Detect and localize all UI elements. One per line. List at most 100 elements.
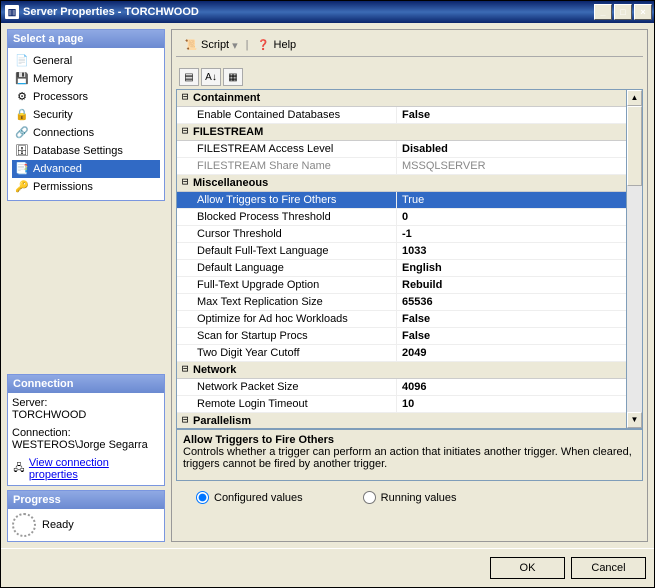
alphabetical-button[interactable]: A↓ bbox=[201, 68, 221, 86]
property-value[interactable]: Rebuild bbox=[397, 277, 626, 293]
property-grid[interactable]: ⊟ContainmentEnable Contained DatabasesFa… bbox=[176, 89, 627, 429]
property-value[interactable]: True bbox=[397, 192, 626, 208]
collapse-icon[interactable]: ⊟ bbox=[177, 413, 193, 428]
vertical-scrollbar[interactable]: ▲ ▼ bbox=[627, 89, 643, 429]
collapse-icon[interactable]: ⊟ bbox=[177, 90, 193, 106]
maximize-button[interactable]: □ bbox=[614, 4, 632, 20]
category-row[interactable]: ⊟Network bbox=[177, 362, 626, 379]
category-row[interactable]: ⊟Parallelism bbox=[177, 413, 626, 428]
select-page-header: Select a page bbox=[8, 30, 164, 48]
property-row[interactable]: Enable Contained DatabasesFalse bbox=[177, 107, 626, 124]
collapse-icon[interactable]: ⊟ bbox=[177, 124, 193, 140]
property-row[interactable]: FILESTREAM Access LevelDisabled bbox=[177, 141, 626, 158]
property-row[interactable]: Default LanguageEnglish bbox=[177, 260, 626, 277]
property-value[interactable]: 1033 bbox=[397, 243, 626, 259]
connection-label: Connection: bbox=[12, 427, 160, 439]
page-icon: 🔗 bbox=[15, 126, 29, 140]
category-row[interactable]: ⊟Containment bbox=[177, 90, 626, 107]
property-label: FILESTREAM Access Level bbox=[177, 141, 397, 157]
view-connection-properties-link[interactable]: View connection properties bbox=[29, 457, 160, 481]
scroll-up-arrow[interactable]: ▲ bbox=[627, 90, 642, 106]
property-row[interactable]: Cursor Threshold-1 bbox=[177, 226, 626, 243]
sidebar-item-memory[interactable]: 💾 Memory bbox=[12, 70, 160, 88]
page-icon: 💾 bbox=[15, 72, 29, 86]
server-label: Server: bbox=[12, 397, 160, 409]
property-row[interactable]: Max Text Replication Size65536 bbox=[177, 294, 626, 311]
scroll-thumb[interactable] bbox=[627, 106, 642, 186]
cancel-button[interactable]: Cancel bbox=[571, 557, 646, 579]
page-icon: 🔒 bbox=[15, 108, 29, 122]
property-label: Max Text Replication Size bbox=[177, 294, 397, 310]
sidebar-item-label: Database Settings bbox=[33, 145, 123, 157]
category-row[interactable]: ⊟Miscellaneous bbox=[177, 175, 626, 192]
collapse-icon[interactable]: ⊟ bbox=[177, 362, 193, 378]
property-row[interactable]: Blocked Process Threshold0 bbox=[177, 209, 626, 226]
progress-spinner-icon bbox=[12, 513, 36, 537]
property-value[interactable]: False bbox=[397, 311, 626, 327]
page-icon: 📄 bbox=[15, 54, 29, 68]
property-row[interactable]: Optimize for Ad hoc WorkloadsFalse bbox=[177, 311, 626, 328]
property-value[interactable]: False bbox=[397, 107, 626, 123]
page-icon: 🗄 bbox=[15, 144, 29, 158]
property-label: Network Packet Size bbox=[177, 379, 397, 395]
scroll-down-arrow[interactable]: ▼ bbox=[627, 412, 642, 428]
help-label: Help bbox=[274, 39, 297, 51]
connection-panel: Connection Server: TORCHWOOD Connection:… bbox=[7, 374, 165, 486]
running-radio-input[interactable] bbox=[363, 491, 376, 504]
sidebar-item-database-settings[interactable]: 🗄 Database Settings bbox=[12, 142, 160, 160]
close-button[interactable]: × bbox=[634, 4, 652, 20]
minimize-button[interactable]: _ bbox=[594, 4, 612, 20]
property-value[interactable]: English bbox=[397, 260, 626, 276]
property-value[interactable]: -1 bbox=[397, 226, 626, 242]
app-icon: ▥ bbox=[5, 5, 19, 19]
property-row[interactable]: Two Digit Year Cutoff2049 bbox=[177, 345, 626, 362]
select-page-panel: Select a page 📄General 💾 Memory ⚙Processors… bbox=[7, 29, 165, 201]
property-row[interactable]: Scan for Startup ProcsFalse bbox=[177, 328, 626, 345]
ok-button[interactable]: OK bbox=[490, 557, 565, 579]
property-row[interactable]: Full-Text Upgrade OptionRebuild bbox=[177, 277, 626, 294]
collapse-icon[interactable]: ⊟ bbox=[177, 175, 193, 191]
property-row[interactable]: Default Full-Text Language1033 bbox=[177, 243, 626, 260]
description-box: Allow Triggers to Fire Others Controls w… bbox=[176, 429, 643, 481]
property-label: Optimize for Ad hoc Workloads bbox=[177, 311, 397, 327]
description-title: Allow Triggers to Fire Others bbox=[183, 434, 636, 446]
dropdown-arrow-icon: ▾ bbox=[232, 39, 238, 52]
property-value[interactable]: 0 bbox=[397, 209, 626, 225]
property-value[interactable]: 2049 bbox=[397, 345, 626, 361]
property-value[interactable]: MSSQLSERVER bbox=[397, 158, 626, 174]
property-row[interactable]: FILESTREAM Share NameMSSQLSERVER bbox=[177, 158, 626, 175]
sidebar-item-advanced[interactable]: 📑Advanced bbox=[12, 160, 160, 178]
category-name: FILESTREAM bbox=[193, 124, 626, 140]
property-value[interactable]: Disabled bbox=[397, 141, 626, 157]
property-row[interactable]: Network Packet Size4096 bbox=[177, 379, 626, 396]
connection-value: WESTEROS\Jorge Segarra bbox=[12, 439, 160, 451]
sidebar-item-processors[interactable]: ⚙Processors bbox=[12, 88, 160, 106]
configured-radio-input[interactable] bbox=[196, 491, 209, 504]
description-text: Controls whether a trigger can perform a… bbox=[183, 446, 636, 470]
sidebar-item-label: Security bbox=[33, 109, 73, 121]
categorized-button[interactable]: ▤ bbox=[179, 68, 199, 86]
progress-header: Progress bbox=[8, 491, 164, 509]
sidebar-item-security[interactable]: 🔒 Security bbox=[12, 106, 160, 124]
category-name: Network bbox=[193, 362, 626, 378]
help-icon: ❓ bbox=[257, 38, 271, 52]
help-button[interactable]: ❓ Help bbox=[253, 36, 301, 54]
property-pages-button[interactable]: ▦ bbox=[223, 68, 243, 86]
property-value[interactable]: 10 bbox=[397, 396, 626, 412]
property-label: Default Language bbox=[177, 260, 397, 276]
running-values-radio[interactable]: Running values bbox=[363, 491, 457, 504]
property-value[interactable]: 4096 bbox=[397, 379, 626, 395]
category-name: Containment bbox=[193, 90, 626, 106]
property-row[interactable]: Allow Triggers to Fire OthersTrue bbox=[177, 192, 626, 209]
property-row[interactable]: Remote Login Timeout10 bbox=[177, 396, 626, 413]
sidebar-item-permissions[interactable]: 🔑Permissions bbox=[12, 178, 160, 196]
property-value[interactable]: False bbox=[397, 328, 626, 344]
sidebar-item-general[interactable]: 📄General bbox=[12, 52, 160, 70]
category-row[interactable]: ⊟FILESTREAM bbox=[177, 124, 626, 141]
sidebar-item-connections[interactable]: 🔗Connections bbox=[12, 124, 160, 142]
sidebar-item-label: Memory bbox=[33, 73, 73, 85]
script-button[interactable]: 📜 Script ▾ bbox=[180, 36, 242, 54]
property-value[interactable]: 65536 bbox=[397, 294, 626, 310]
configured-values-radio[interactable]: Configured values bbox=[196, 491, 303, 504]
connection-header: Connection bbox=[8, 375, 164, 393]
